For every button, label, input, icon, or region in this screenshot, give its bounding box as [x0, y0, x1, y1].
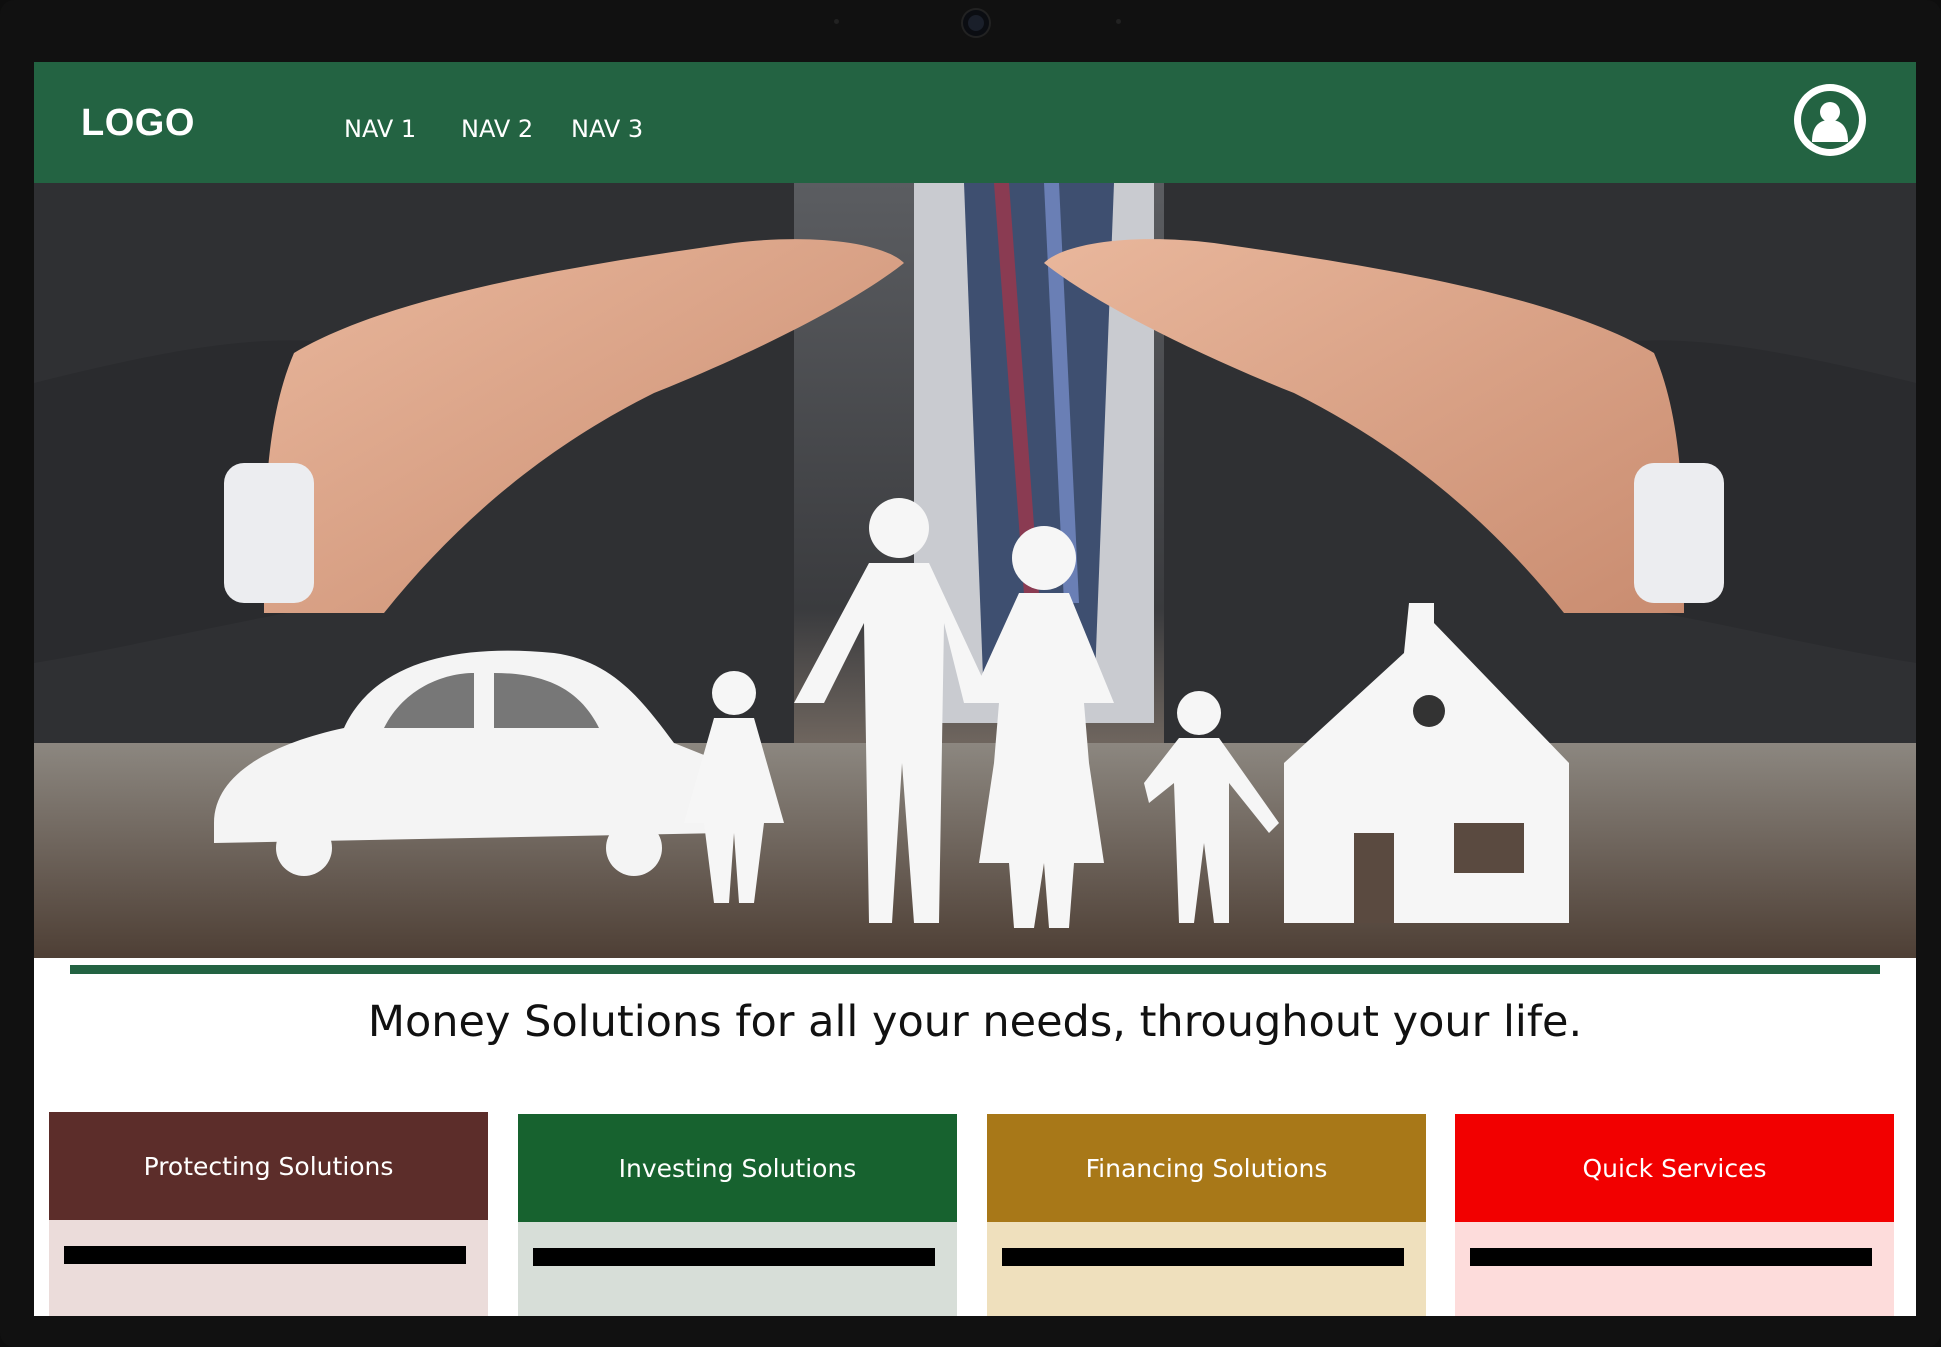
card-header[interactable]: Investing Solutions [518, 1114, 957, 1222]
card-label: Financing Solutions [1085, 1153, 1328, 1183]
card-body [987, 1222, 1426, 1316]
nav-item-1[interactable]: NAV 1 [344, 115, 416, 143]
hero-image [34, 183, 1916, 958]
screen: LOGO NAV 1 NAV 2 NAV 3 Money Solutions f… [34, 62, 1916, 1316]
family-protection-photo-icon [34, 183, 1916, 958]
nav-item-3[interactable]: NAV 3 [571, 115, 643, 143]
top-navbar: LOGO NAV 1 NAV 2 NAV 3 [34, 62, 1916, 183]
sensor-dot [834, 19, 839, 24]
tagline: Money Solutions for all your needs, thro… [367, 997, 1583, 1047]
camera-icon [963, 10, 989, 36]
card-body [1455, 1222, 1894, 1316]
placeholder-bar [1470, 1248, 1872, 1266]
logo[interactable]: LOGO [81, 102, 195, 145]
card-quick-services[interactable]: Quick Services [1455, 1114, 1894, 1316]
user-avatar-icon[interactable] [1794, 84, 1866, 156]
sensor-dot [1116, 19, 1121, 24]
card-header[interactable]: Financing Solutions [987, 1114, 1426, 1222]
placeholder-bar [1002, 1248, 1404, 1266]
placeholder-bar [64, 1246, 466, 1264]
card-financing-solutions[interactable]: Financing Solutions [987, 1114, 1426, 1316]
card-investing-solutions[interactable]: Investing Solutions [518, 1114, 957, 1316]
card-header[interactable]: Quick Services [1455, 1114, 1894, 1222]
card-label: Protecting Solutions [143, 1151, 394, 1181]
tablet-frame: LOGO NAV 1 NAV 2 NAV 3 Money Solutions f… [0, 0, 1941, 1347]
card-label: Investing Solutions [618, 1153, 857, 1183]
nav-item-2[interactable]: NAV 2 [461, 115, 533, 143]
divider-rule [70, 965, 1880, 974]
card-header[interactable]: Protecting Solutions [49, 1112, 488, 1220]
card-label: Quick Services [1582, 1153, 1767, 1183]
card-protecting-solutions[interactable]: Protecting Solutions [49, 1112, 488, 1316]
placeholder-bar [533, 1248, 935, 1266]
card-body [49, 1220, 488, 1316]
card-body [518, 1222, 957, 1316]
